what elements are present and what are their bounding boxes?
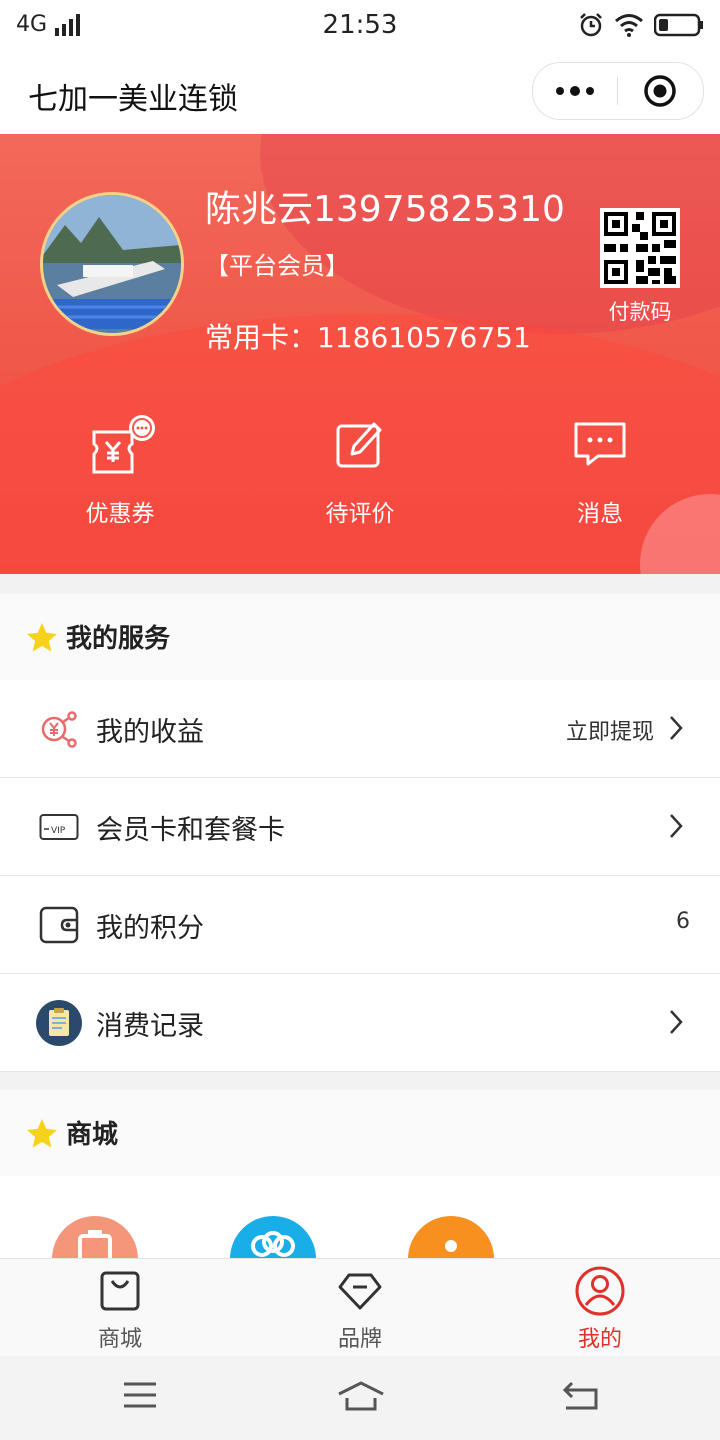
tab-mall[interactable]: 商城 xyxy=(50,1267,190,1353)
mall-grid xyxy=(0,1176,720,1260)
system-navigation-bar xyxy=(0,1356,720,1440)
row-label: 我的积分 xyxy=(96,913,204,944)
avatar-image xyxy=(43,195,181,333)
page-title: 七加一美业连锁 xyxy=(28,82,238,117)
row-label: 我的收益 xyxy=(96,717,204,748)
wallet-icon xyxy=(39,906,79,944)
mall-category-icon[interactable] xyxy=(52,1216,138,1260)
target-close-icon xyxy=(644,75,676,107)
points-count: 6 xyxy=(676,909,690,934)
star-icon xyxy=(27,623,57,652)
shopping-bag-icon xyxy=(100,1271,140,1311)
bottom-tab-bar: 商城 品牌 我的 xyxy=(0,1258,720,1357)
message-icon xyxy=(574,422,626,466)
pending-review-button[interactable]: 待评价 xyxy=(280,414,440,528)
default-card: 常用卡：118610576751 xyxy=(205,321,531,354)
member-cards-row[interactable]: VIP 会员卡和套餐卡 xyxy=(0,778,720,876)
menu-icon[interactable] xyxy=(122,1380,158,1410)
pay-qr-code[interactable] xyxy=(600,208,680,288)
messages-button[interactable]: 消息 xyxy=(520,414,680,528)
wifi-icon xyxy=(615,14,643,37)
coupon-button[interactable]: 优惠券 xyxy=(40,414,200,528)
coupon-icon xyxy=(92,415,155,474)
my-points-row[interactable]: 我的积分 6 xyxy=(0,876,720,974)
messages-label: 消息 xyxy=(577,501,623,527)
diamond-icon xyxy=(338,1273,382,1310)
more-button[interactable] xyxy=(533,63,617,119)
location-icon xyxy=(445,1240,457,1252)
row-label: 消费记录 xyxy=(96,1011,204,1042)
withdraw-now-link[interactable]: 立即提现 xyxy=(566,714,654,746)
records-icon xyxy=(36,1000,82,1046)
status-bar: 4G 21:53 xyxy=(0,0,720,50)
chevron-right-icon xyxy=(670,1010,683,1034)
pay-code-label: 付款码 xyxy=(608,300,672,324)
mall-title: 商城 xyxy=(66,1120,119,1150)
svg-text:VIP: VIP xyxy=(51,826,66,836)
clipboard-icon xyxy=(78,1230,112,1260)
tab-label: 商城 xyxy=(97,1327,142,1352)
close-mini-program-button[interactable] xyxy=(618,63,702,119)
user-name: 陈兆云13975825310 xyxy=(205,189,565,230)
back-icon[interactable] xyxy=(560,1380,600,1412)
tab-mine[interactable]: 我的 xyxy=(530,1266,670,1353)
tab-label: 品牌 xyxy=(337,1327,382,1352)
coupon-label: 优惠券 xyxy=(85,501,155,527)
chevron-right-icon xyxy=(670,716,683,740)
group-icon xyxy=(251,1231,295,1257)
pending-review-label: 待评价 xyxy=(325,501,395,527)
user-icon xyxy=(575,1266,625,1316)
earnings-icon xyxy=(41,711,77,748)
profile-header: 陈兆云13975825310 【平台会员】 常用卡：118610576751 付… xyxy=(0,134,720,574)
star-icon xyxy=(27,1119,57,1148)
alarm-icon xyxy=(580,13,602,37)
avatar[interactable] xyxy=(40,192,184,336)
services-title: 我的服务 xyxy=(66,624,171,654)
title-bar: 七加一美业连锁 xyxy=(0,50,720,134)
tab-brand[interactable]: 品牌 xyxy=(290,1267,430,1353)
mall-category-icon[interactable] xyxy=(408,1216,494,1260)
mall-category-icon[interactable] xyxy=(230,1216,316,1260)
tab-label: 我的 xyxy=(577,1327,622,1352)
my-earnings-row[interactable]: 我的收益 立即提现 xyxy=(0,680,720,778)
vip-card-icon: VIP xyxy=(39,814,79,840)
mini-program-capsule xyxy=(532,62,704,120)
chevron-right-icon xyxy=(670,814,683,838)
edit-review-icon xyxy=(336,422,382,468)
services-section-header: 我的服务 xyxy=(0,594,720,681)
consumption-records-row[interactable]: 消费记录 xyxy=(0,974,720,1072)
member-level: 【平台会员】 xyxy=(205,252,349,280)
qr-code-icon xyxy=(600,208,680,288)
more-dots-icon xyxy=(556,87,564,95)
battery-icon xyxy=(654,13,703,37)
mall-section-header: 商城 xyxy=(0,1090,720,1177)
row-label: 会员卡和套餐卡 xyxy=(96,815,285,846)
home-icon[interactable] xyxy=(336,1380,386,1412)
